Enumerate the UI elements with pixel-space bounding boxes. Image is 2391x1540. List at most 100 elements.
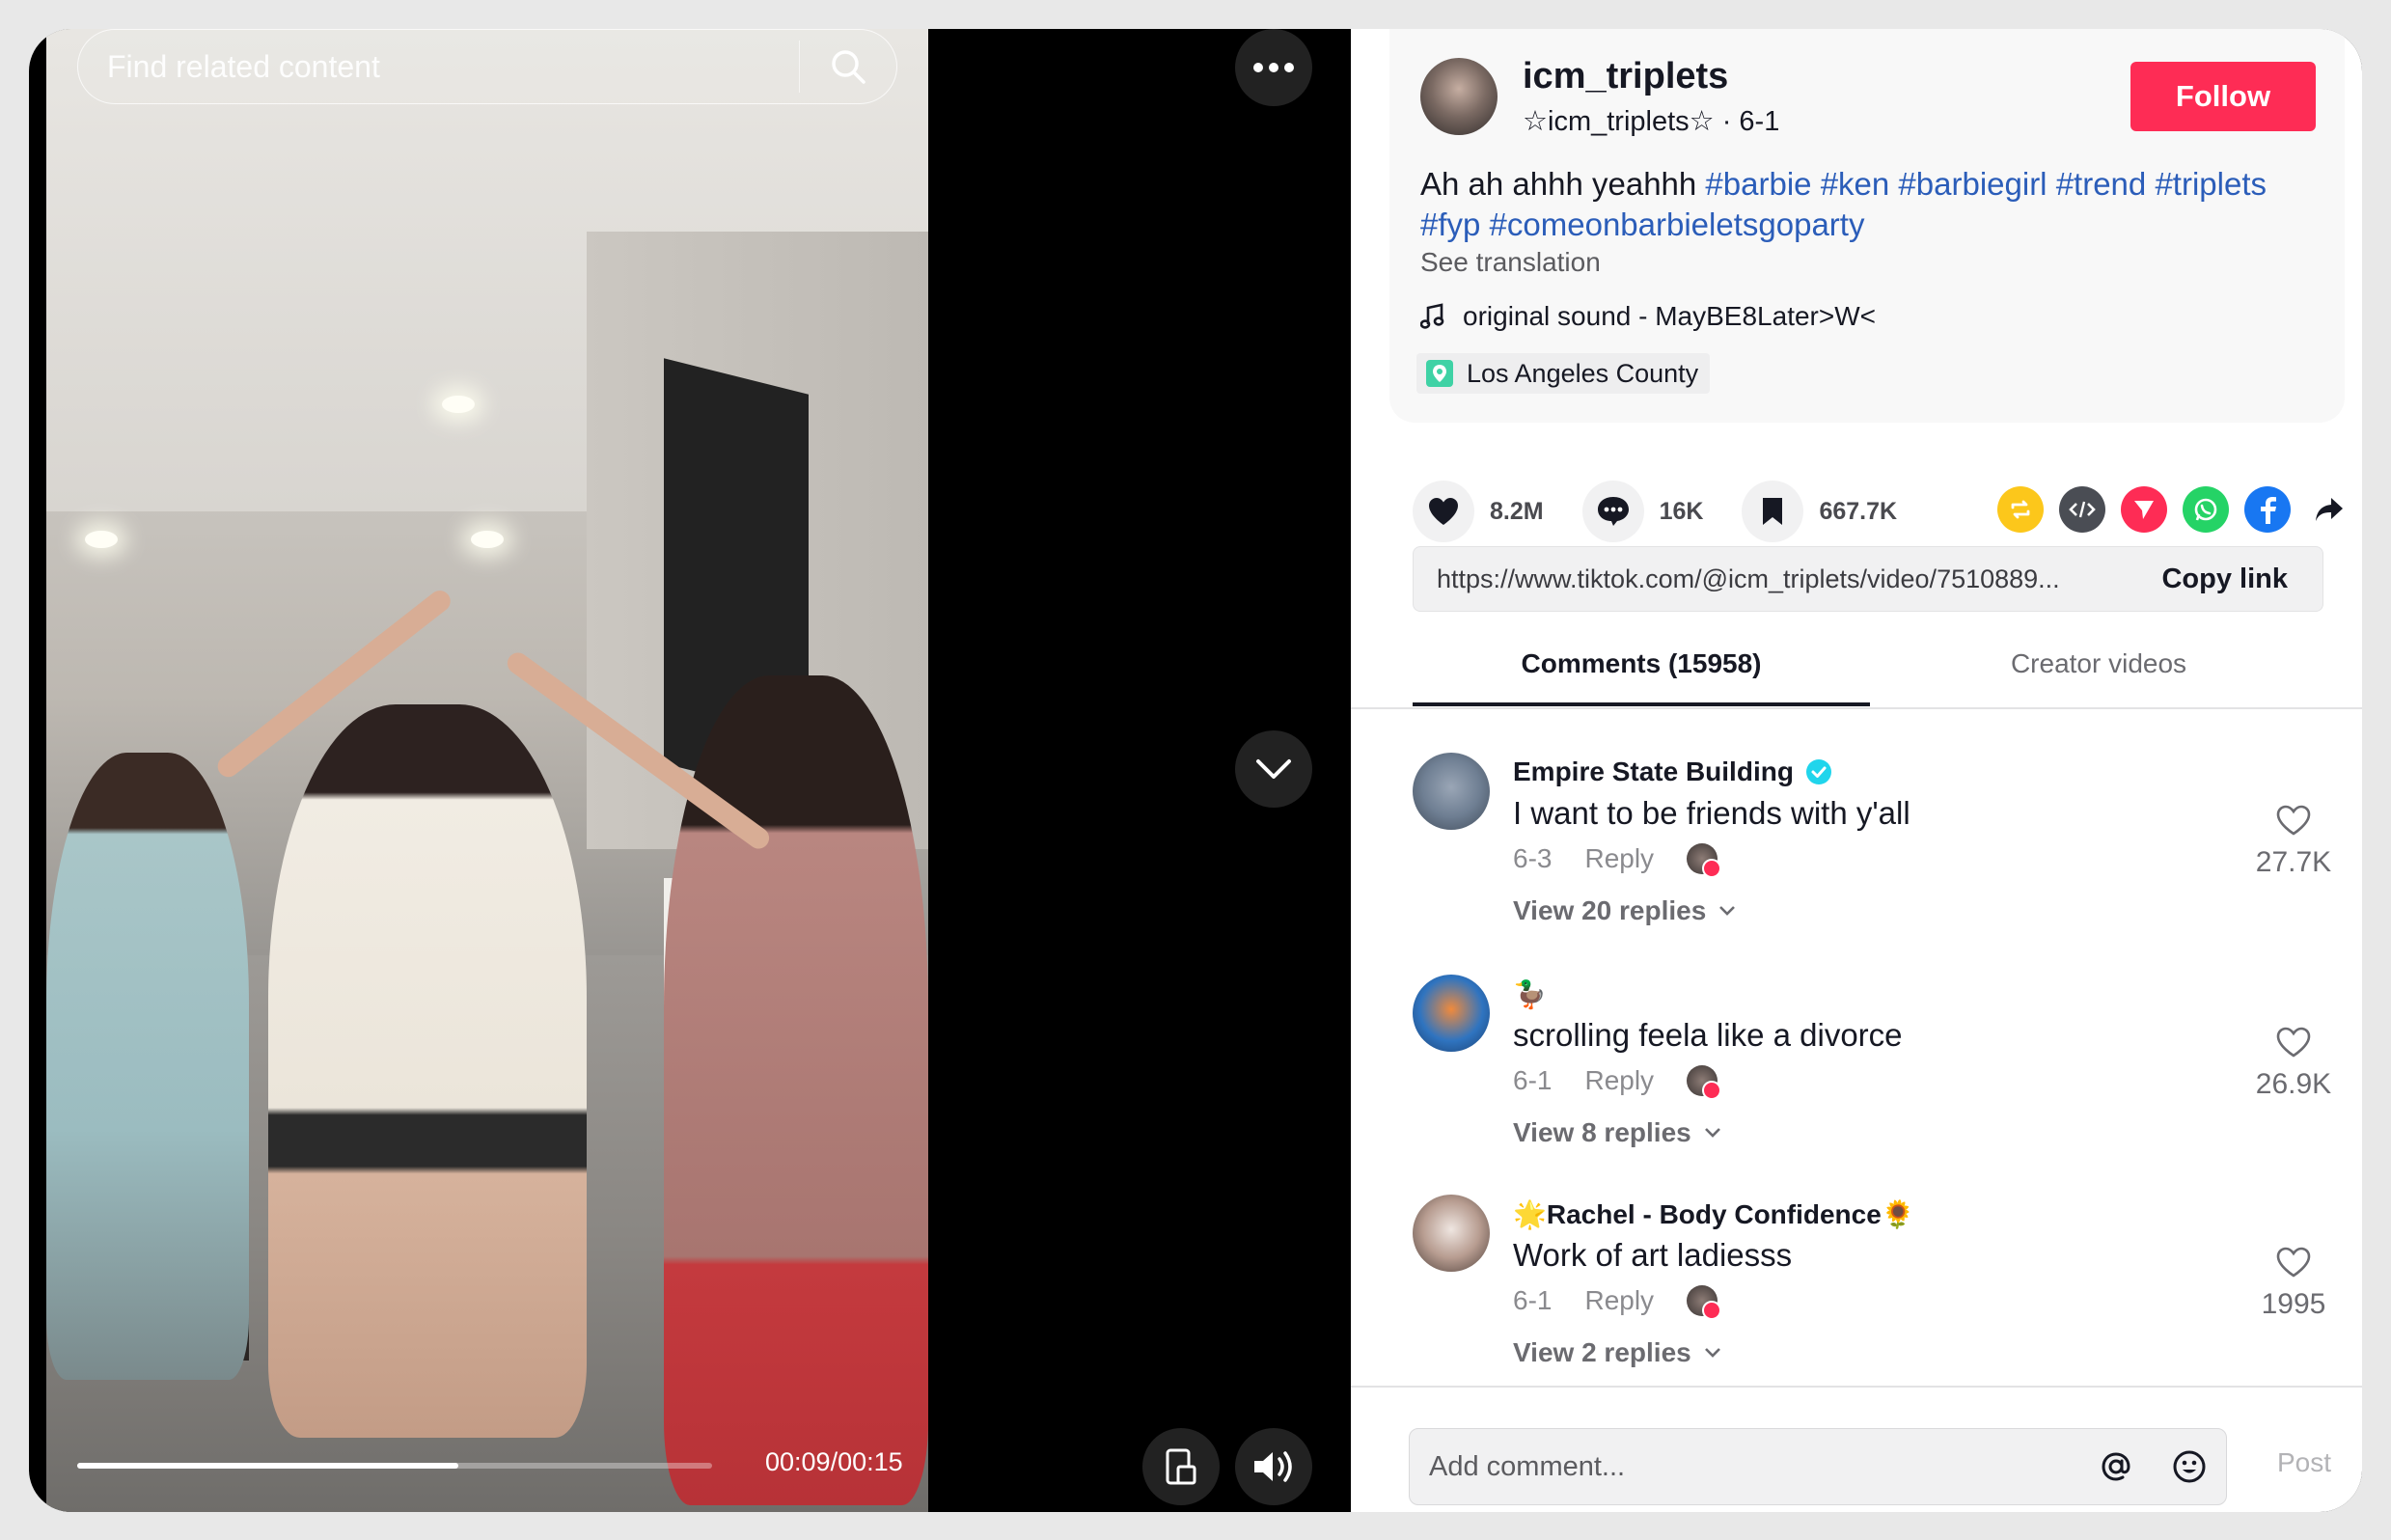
share-arrow-icon[interactable] [2306, 486, 2352, 533]
favorite-count: 667.7K [1819, 497, 1898, 525]
video-progress-fill [77, 1463, 458, 1469]
comment-author[interactable]: 🦆 [1513, 978, 1547, 1010]
location-tag[interactable]: Los Angeles County [1416, 353, 1711, 394]
like-button[interactable]: 8.2M [1413, 481, 1544, 542]
search-icon[interactable] [800, 29, 896, 104]
comment-author-name: Empire State Building [1513, 756, 1794, 786]
comment-meta: 6-1 Reply [1513, 1285, 1722, 1320]
comment-text: Work of art ladiesss [1513, 1237, 1793, 1273]
author-username[interactable]: icm_triplets [1523, 56, 1728, 97]
verified-badge-icon [1805, 759, 1831, 784]
comment-text: scrolling feela like a divorce [1513, 1017, 1903, 1053]
video-info-card: icm_triplets ☆icm_triplets☆ · 6-1 Follow… [1389, 29, 2345, 423]
see-translation-link[interactable]: See translation [1420, 247, 1601, 278]
details-panel: icm_triplets ☆icm_triplets☆ · 6-1 Follow… [1351, 29, 2362, 1512]
comment-author[interactable]: Empire State Building [1513, 756, 1832, 787]
embed-code-icon[interactable] [2059, 486, 2105, 533]
reply-button[interactable]: Reply [1584, 1065, 1654, 1096]
tab-creator-videos[interactable]: Creator videos [1870, 648, 2327, 679]
video-description: Ah ah ahhh yeahhh #barbie #ken #barbiegi… [1420, 164, 2308, 245]
heart-icon [1429, 498, 1458, 525]
hashtag-link[interactable]: #triplets [2155, 166, 2267, 202]
chevron-down-icon [1704, 1348, 1720, 1358]
comment-meta: 6-3 Reply [1513, 843, 1722, 878]
heart-outline-icon [2276, 1027, 2311, 1058]
comment-text: I want to be friends with y'all [1513, 795, 1910, 831]
facebook-icon[interactable] [2244, 486, 2291, 533]
favorite-button[interactable]: 667.7K [1742, 481, 1897, 542]
comment-count: 16K [1659, 497, 1704, 525]
heart-outline-icon [2276, 1247, 2311, 1278]
chevron-down-icon [1256, 759, 1291, 779]
view-replies-label: View 20 replies [1513, 895, 1707, 925]
description-text: Ah ah ahhh yeahhh [1420, 166, 1706, 202]
view-replies-button[interactable]: View 8 replies [1513, 1117, 1722, 1148]
comment-date: 6-3 [1513, 843, 1553, 873]
view-replies-label: View 2 replies [1513, 1337, 1691, 1367]
reply-button[interactable]: Reply [1584, 843, 1654, 874]
floating-player-button[interactable] [1142, 1428, 1220, 1505]
music-note-icon [1420, 303, 1444, 329]
related-search-bar[interactable]: Find related content [77, 29, 897, 104]
bookmark-icon [1763, 498, 1783, 525]
hashtag-link[interactable]: #barbiegirl [1898, 166, 2047, 202]
ceiling-light [442, 396, 475, 413]
reply-button[interactable]: Reply [1584, 1285, 1654, 1316]
comment-author-name: 🌟Rachel - Body Confidence🌻 [1513, 1199, 1915, 1229]
comment-like[interactable]: 26.9K [2250, 1025, 2337, 1101]
app-window: Find related content 00:09/00:15 icm_tri… [29, 29, 2362, 1512]
next-video-button[interactable] [1235, 730, 1312, 808]
comment-avatar[interactable] [1413, 753, 1490, 830]
video-progress-bar[interactable] [77, 1463, 712, 1469]
comment-like-count: 27.7K [2255, 846, 2332, 878]
comment-like[interactable]: 27.7K [2250, 803, 2337, 879]
related-search-placeholder[interactable]: Find related content [78, 49, 799, 85]
volume-button[interactable] [1235, 1428, 1312, 1505]
share-link-box: https://www.tiktok.com/@icm_triplets/vid… [1413, 546, 2323, 612]
hashtag-link[interactable]: #ken [1821, 166, 1890, 202]
chevron-down-icon [1704, 1128, 1720, 1138]
more-options-button[interactable] [1235, 29, 1312, 106]
hashtag-link[interactable]: #trend [2056, 166, 2147, 202]
share-url[interactable]: https://www.tiktok.com/@icm_triplets/vid… [1414, 564, 2142, 594]
comment-date: 6-1 [1513, 1285, 1553, 1315]
comment-author-name: 🦆 [1513, 979, 1547, 1009]
comment-item: 🌟Rachel - Body Confidence🌻 Work of art l… [1413, 1195, 2362, 1388]
comment-input-placeholder[interactable]: Add comment... [1410, 1451, 2079, 1483]
author-avatar[interactable] [1420, 58, 1498, 135]
repost-icon[interactable] [1997, 486, 2044, 533]
ceiling-light [471, 531, 504, 548]
copy-link-button[interactable]: Copy link [2142, 564, 2322, 595]
active-tab-indicator [1413, 702, 1870, 706]
send-to-friends-icon[interactable] [2121, 486, 2167, 533]
comment-input[interactable]: Add comment... [1409, 1428, 2227, 1505]
emoji-icon[interactable] [2153, 1447, 2226, 1486]
hashtag-link[interactable]: #barbie [1705, 166, 1811, 202]
tab-comments[interactable]: Comments (15958) [1413, 648, 1870, 679]
comment-avatar[interactable] [1413, 975, 1490, 1052]
comment-bubble-icon [1597, 497, 1629, 526]
video-player[interactable]: Find related content 00:09/00:15 [46, 29, 928, 1512]
comment-meta: 6-1 Reply [1513, 1065, 1722, 1100]
comment-avatar[interactable] [1413, 1195, 1490, 1272]
chevron-down-icon [1719, 906, 1736, 916]
heart-outline-icon [2276, 805, 2311, 836]
whatsapp-icon[interactable] [2183, 486, 2229, 533]
video-person-left [46, 753, 249, 1380]
comment-like[interactable]: 1995 [2250, 1245, 2337, 1321]
view-replies-button[interactable]: View 2 replies [1513, 1337, 1722, 1368]
creator-liked-avatar [1687, 843, 1722, 878]
follow-button[interactable]: Follow [2130, 62, 2316, 131]
mention-icon[interactable] [2079, 1447, 2153, 1486]
tab-divider [1351, 707, 2362, 709]
hashtag-link[interactable]: #comeonbarbieletsgoparty [1490, 206, 1865, 242]
comment-button[interactable]: 16K [1581, 481, 1704, 542]
hashtag-link[interactable]: #fyp [1420, 206, 1480, 242]
video-person-middle [268, 704, 587, 1438]
more-dots-icon [1253, 63, 1294, 72]
music-link[interactable]: original sound - MayBE8Later>W< [1420, 301, 1876, 332]
comment-like-count: 1995 [2261, 1288, 2326, 1320]
comment-author[interactable]: 🌟Rachel - Body Confidence🌻 [1513, 1198, 1915, 1230]
view-replies-button[interactable]: View 20 replies [1513, 895, 1737, 926]
post-comment-button[interactable]: Post [2277, 1447, 2331, 1478]
